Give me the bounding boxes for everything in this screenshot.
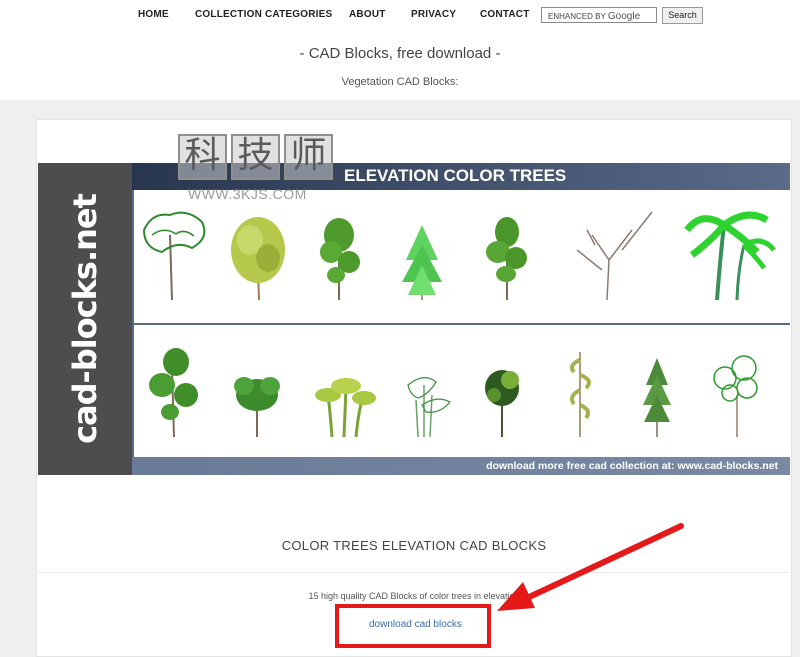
tree-illustration	[315, 378, 376, 438]
site-header: HOME COLLECTION CATEGORIES ABOUT PRIVACY…	[0, 0, 800, 100]
tree-illustration	[402, 225, 442, 300]
watermark-char: 科	[178, 134, 227, 180]
highlight-box	[335, 604, 491, 648]
site-subtitle: Vegetation CAD Blocks:	[341, 76, 459, 88]
tree-illustration	[407, 377, 451, 438]
tree-illustration	[485, 370, 519, 437]
tree-illustration	[684, 211, 776, 301]
tree-illustration	[149, 348, 198, 438]
watermark-url: WWW.3KJS.COM	[188, 186, 307, 202]
banner-side-strip: cad-blocks.net	[38, 163, 132, 475]
nav-about[interactable]: ABOUT	[349, 9, 386, 20]
search-button[interactable]: Search	[662, 7, 703, 24]
search-placeholder-brand: Google	[607, 11, 641, 22]
divider	[36, 572, 792, 573]
tree-illustration	[576, 211, 653, 301]
nav-home[interactable]: HOME	[138, 9, 169, 20]
banner-image: cad-blocks.net ELEVATION COLOR TREES dow…	[38, 163, 790, 475]
search-placeholder-small: ENHANCED BY	[548, 12, 606, 21]
nav-contact[interactable]: CONTACT	[480, 9, 530, 20]
tree-illustration	[231, 217, 285, 301]
watermark-char: 技	[231, 134, 280, 180]
search-input[interactable]: ENHANCED BY Google	[541, 7, 657, 23]
tree-illustration	[570, 352, 591, 437]
banner-side-text: cad-blocks.net	[66, 194, 104, 444]
tree-illustration	[142, 211, 206, 301]
tree-illustration	[713, 355, 758, 437]
watermark-char: 师	[284, 134, 333, 180]
tree-illustrations	[142, 211, 776, 438]
banner-footer-text: download more free cad collection at: ww…	[486, 460, 778, 472]
banner-title: ELEVATION COLOR TREES	[344, 166, 567, 185]
site-title: - CAD Blocks, free download -	[299, 45, 501, 62]
nav-collection-categories[interactable]: COLLECTION CATEGORIES	[195, 9, 332, 20]
tree-illustration	[486, 217, 527, 300]
banner-footer: download more free cad collection at: ww…	[132, 457, 790, 475]
description-text: 15 high quality CAD Blocks of color tree…	[308, 591, 520, 601]
nav-privacy[interactable]: PRIVACY	[411, 9, 456, 20]
tree-illustration	[234, 377, 280, 437]
tree-illustration	[320, 218, 360, 300]
section-title: COLOR TREES ELEVATION CAD BLOCKS	[281, 538, 547, 553]
tree-illustration	[643, 358, 671, 437]
